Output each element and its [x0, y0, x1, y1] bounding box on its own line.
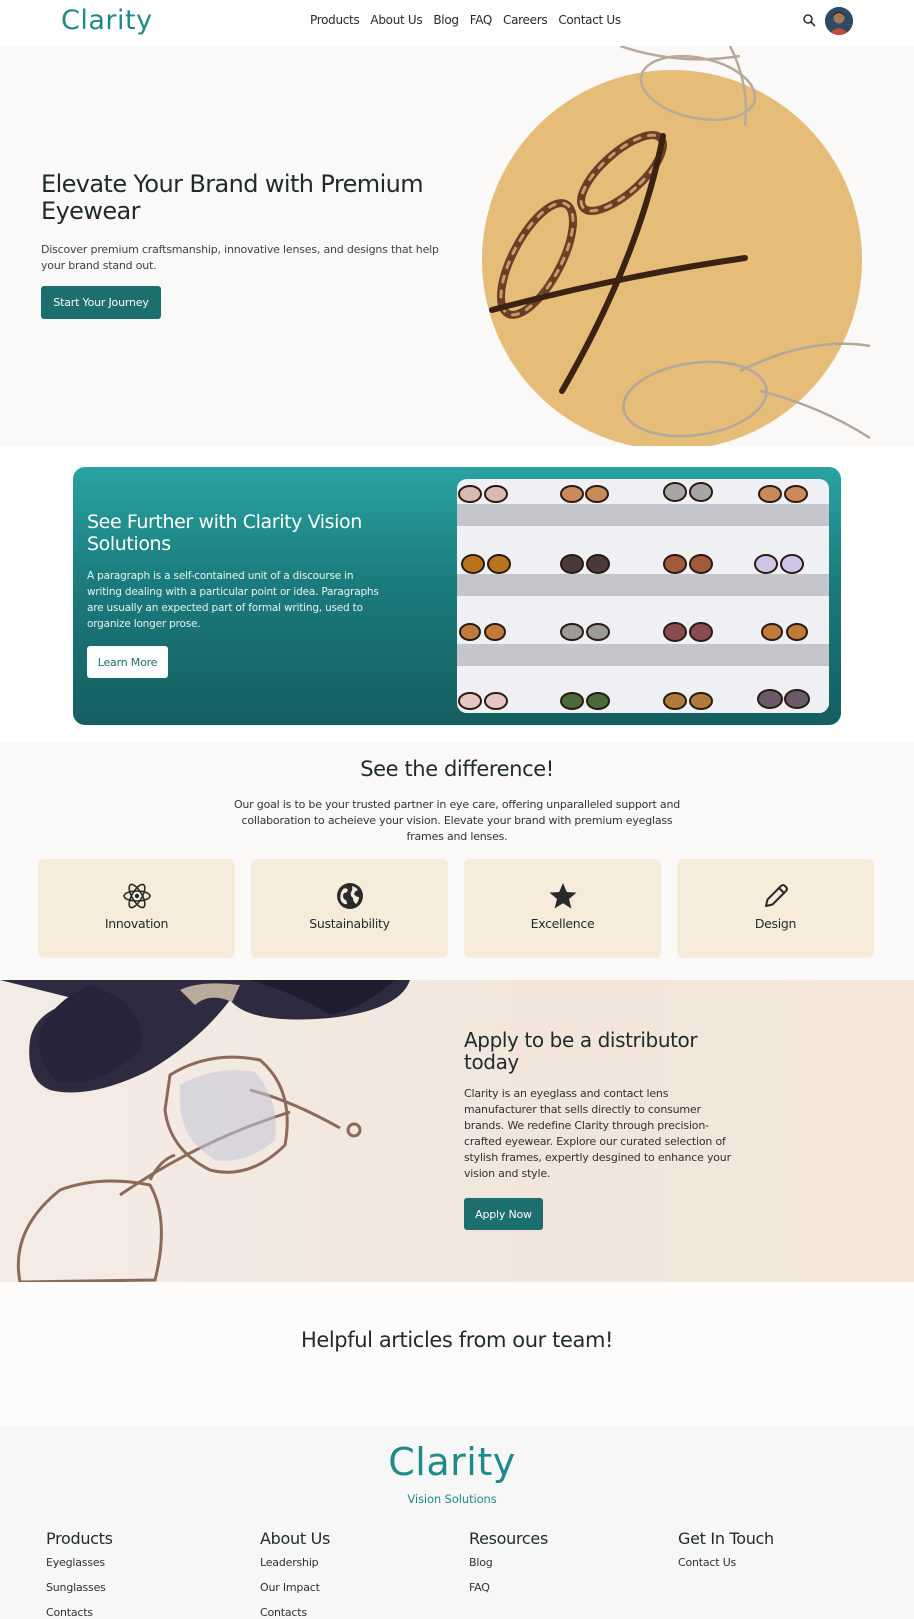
start-journey-button[interactable]: Start Your Journey [41, 286, 161, 319]
footer-link-contacts[interactable]: Contacts [46, 1600, 113, 1619]
footer-link-contact-us[interactable]: Contact Us [678, 1550, 774, 1575]
user-avatar[interactable] [825, 7, 853, 35]
site-footer: Clarity Vision Solutions Products Eyegla… [0, 1426, 914, 1619]
feature-label: Design [754, 916, 797, 931]
distributor-section: Apply to be a distributor today Clarity … [0, 980, 914, 1282]
sunglasses-photo [0, 980, 410, 1282]
footer-column-about-us: About Us Leadership Our Impact Contacts [260, 1529, 330, 1619]
footer-column-resources: Resources Blog FAQ [469, 1529, 548, 1600]
brand-logo[interactable]: Clarity [61, 5, 153, 36]
footer-subtitle: Vision Solutions [407, 1492, 497, 1506]
feature-label: Innovation [104, 916, 169, 931]
articles-section: Helpful articles from our team! [0, 1282, 914, 1426]
footer-link-our-impact[interactable]: Our Impact [260, 1575, 330, 1600]
search-icon[interactable] [802, 13, 816, 27]
articles-title: Helpful articles from our team! [300, 1328, 614, 1352]
promo-banner: See Further with Clarity Vision Solution… [73, 467, 841, 725]
nav-link-contact-us[interactable]: Contact Us [558, 13, 621, 27]
main-menu: Products About Us Blog FAQ Careers Conta… [310, 13, 621, 27]
footer-link-eyeglasses[interactable]: Eyeglasses [46, 1550, 113, 1575]
sunglasses-shelf-image [457, 479, 829, 713]
hero-eyeglasses-image [482, 46, 871, 446]
atom-icon [123, 883, 151, 909]
nav-link-blog[interactable]: Blog [433, 13, 459, 27]
apply-now-button[interactable]: Apply Now [464, 1198, 543, 1230]
footer-column-title: Products [46, 1529, 113, 1548]
nav-link-faq[interactable]: FAQ [470, 13, 493, 27]
distributor-title: Apply to be a distributor today [464, 1028, 698, 1074]
feature-label: Sustainability [309, 916, 390, 931]
footer-column-title: Resources [469, 1529, 549, 1548]
footer-column-get-in-touch: Get In Touch Contact Us [678, 1529, 774, 1575]
feature-label: Excellence [530, 916, 595, 931]
feature-card-innovation[interactable]: Innovation [38, 859, 235, 958]
footer-column-products: Products Eyeglasses Sunglasses Contacts [46, 1529, 113, 1619]
pencil-icon [765, 884, 788, 907]
feature-card-excellence[interactable]: Excellence [464, 859, 661, 958]
footer-link-leadership[interactable]: Leadership [260, 1550, 330, 1575]
difference-description: Our goal is to be your trusted partner i… [233, 798, 681, 843]
nav-link-careers[interactable]: Careers [503, 13, 548, 27]
difference-section: See the difference! Our goal is to be yo… [0, 743, 914, 980]
nav-link-products[interactable]: Products [310, 13, 360, 27]
star-icon [549, 883, 577, 909]
footer-logo[interactable]: Clarity [0, 1440, 904, 1484]
feature-card-sustainability[interactable]: Sustainability [251, 859, 448, 958]
feature-cards: Innovation Sustainability Excellence Des… [38, 859, 874, 958]
top-navbar: Clarity Products About Us Blog FAQ Caree… [0, 0, 914, 46]
promo-title: See Further with Clarity Vision Solution… [87, 511, 362, 555]
learn-more-button[interactable]: Learn More [87, 646, 168, 678]
hero-title: Elevate Your Brand with Premium Eyewear [41, 170, 424, 225]
footer-column-title: Get In Touch [678, 1529, 774, 1548]
hero-description: Discover premium craftsmanship, innovati… [41, 243, 439, 272]
footer-column-title: About Us [260, 1529, 331, 1548]
hero-section: Elevate Your Brand with Premium Eyewear … [0, 46, 914, 446]
difference-title: See the difference! [360, 757, 554, 781]
promo-description: A paragraph is a self-contained unit of … [87, 570, 379, 630]
feature-card-design[interactable]: Design [677, 859, 874, 958]
footer-link-sunglasses[interactable]: Sunglasses [46, 1575, 113, 1600]
footer-link-faq[interactable]: FAQ [469, 1575, 548, 1600]
distributor-description: Clarity is an eyeglass and contact lens … [464, 1087, 731, 1180]
globe-icon [337, 883, 363, 909]
footer-link-blog[interactable]: Blog [469, 1550, 548, 1575]
footer-link-contacts[interactable]: Contacts [260, 1600, 330, 1619]
nav-link-about-us[interactable]: About Us [370, 13, 422, 27]
